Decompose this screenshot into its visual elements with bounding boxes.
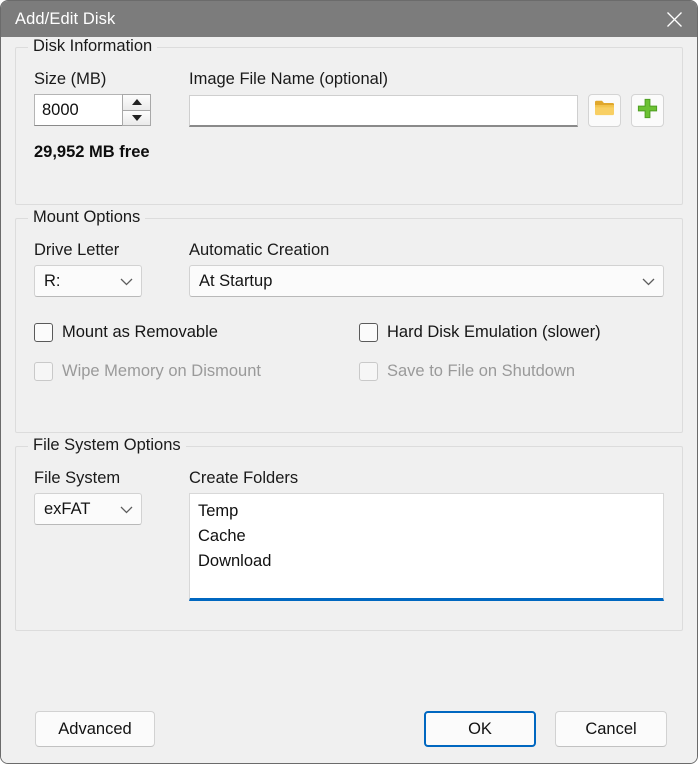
- checkbox-label: Save to File on Shutdown: [387, 362, 576, 380]
- drive-letter-value: R:: [44, 271, 61, 290]
- spinner-up-button[interactable]: [122, 94, 151, 111]
- cancel-button[interactable]: Cancel: [555, 711, 667, 747]
- spinner-down-icon: [131, 114, 142, 121]
- disk-information-legend: Disk Information: [28, 37, 158, 56]
- chevron-down-icon: [120, 500, 133, 519]
- browse-file-button[interactable]: [588, 94, 621, 127]
- disk-information-group: Disk Information Size (MB) 8000 Image Fi…: [15, 37, 683, 205]
- chevron-down-icon: [642, 272, 655, 291]
- image-file-field: Image File Name (optional): [189, 70, 664, 127]
- close-icon: [666, 11, 683, 28]
- checkbox-box[interactable]: [34, 323, 53, 342]
- plus-icon: [637, 98, 658, 124]
- automatic-creation-field: Automatic Creation At Startup: [189, 241, 664, 297]
- file-system-options-group: File System Options File System exFAT Cr…: [15, 436, 683, 631]
- folder-icon: [594, 99, 615, 122]
- checkbox-label: Hard Disk Emulation (slower): [387, 323, 601, 341]
- checkbox-box: [359, 362, 378, 381]
- chevron-down-icon: [120, 272, 133, 291]
- checkbox-label: Mount as Removable: [62, 323, 218, 341]
- close-button[interactable]: [651, 1, 697, 37]
- drive-letter-field: Drive Letter R:: [34, 241, 189, 297]
- advanced-button[interactable]: Advanced: [35, 711, 155, 747]
- ok-button[interactable]: OK: [424, 711, 536, 747]
- image-file-label: Image File Name (optional): [189, 70, 388, 88]
- drive-letter-label: Drive Letter: [34, 241, 120, 259]
- spinner-up-icon: [131, 99, 142, 106]
- drive-letter-select[interactable]: R:: [34, 265, 142, 297]
- file-system-select[interactable]: exFAT: [34, 493, 142, 525]
- create-folders-textarea[interactable]: Temp Cache Download: [189, 493, 664, 601]
- automatic-creation-select[interactable]: At Startup: [189, 265, 664, 297]
- mount-options-legend: Mount Options: [28, 208, 146, 227]
- dialog-content: Disk Information Size (MB) 8000 Image Fi…: [1, 37, 697, 763]
- mount-options-group: Mount Options Drive Letter R: Automatic …: [15, 208, 683, 433]
- file-system-value: exFAT: [44, 499, 91, 518]
- checkbox-mount-as-removable[interactable]: Mount as Removable: [34, 323, 359, 342]
- title-bar: Add/Edit Disk: [1, 1, 697, 37]
- size-input[interactable]: 8000: [34, 94, 122, 126]
- file-system-field: File System exFAT: [34, 469, 189, 525]
- checkbox-hard-disk-emulation[interactable]: Hard Disk Emulation (slower): [359, 323, 664, 342]
- size-spinner[interactable]: 8000: [34, 94, 151, 126]
- size-label: Size (MB): [34, 70, 107, 88]
- checkbox-wipe-memory-on-dismount: Wipe Memory on Dismount: [34, 362, 359, 381]
- image-file-input[interactable]: [189, 94, 578, 127]
- spinner-down-button[interactable]: [122, 110, 151, 126]
- create-folders-field: Create Folders Temp Cache Download: [189, 469, 664, 601]
- dialog-footer: Advanced OK Cancel: [1, 695, 697, 763]
- checkbox-label: Wipe Memory on Dismount: [62, 362, 261, 380]
- automatic-creation-value: At Startup: [199, 271, 273, 290]
- file-system-label: File System: [34, 469, 121, 487]
- checkbox-box: [34, 362, 53, 381]
- add-edit-disk-dialog: Add/Edit Disk Disk Information Size (MB)…: [0, 0, 698, 764]
- free-space-text: 29,952 MB free: [34, 143, 150, 161]
- size-field: Size (MB) 8000: [34, 70, 189, 126]
- size-spinner-buttons: [122, 94, 151, 126]
- window-title: Add/Edit Disk: [15, 9, 116, 28]
- create-folders-label: Create Folders: [189, 469, 299, 487]
- add-file-button[interactable]: [631, 94, 664, 127]
- file-system-options-legend: File System Options: [28, 436, 186, 455]
- checkbox-save-to-file-on-shutdown: Save to File on Shutdown: [359, 362, 664, 381]
- automatic-creation-label: Automatic Creation: [189, 241, 330, 259]
- checkbox-box[interactable]: [359, 323, 378, 342]
